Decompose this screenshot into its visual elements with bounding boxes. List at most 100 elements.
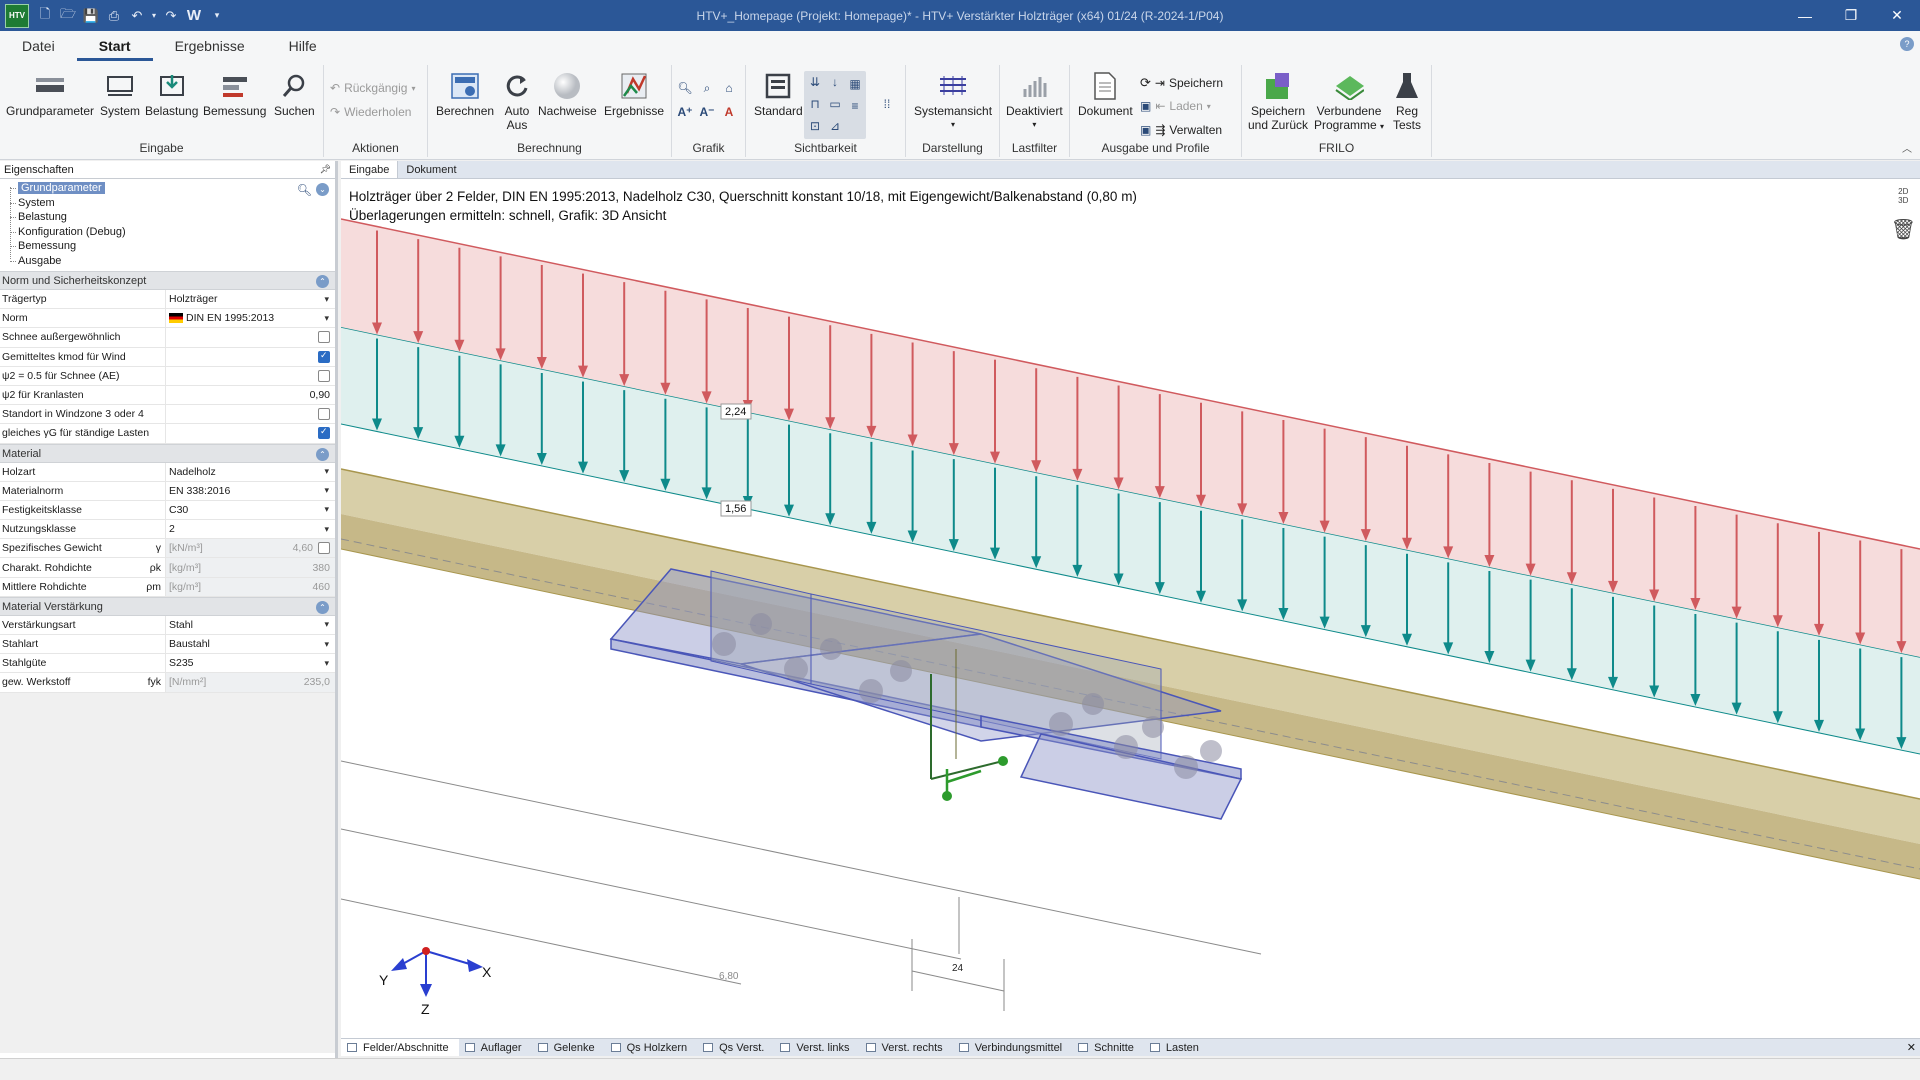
undo-dropdown-icon[interactable]: ▾ (150, 6, 158, 26)
trash-icon[interactable]: 🗑︎ (1891, 217, 1916, 242)
search-icon[interactable]: 🔍︎ (297, 183, 312, 197)
zoom-window-icon[interactable]: ⌕ (698, 79, 716, 97)
zoom-icon[interactable]: 🔍︎ (676, 79, 694, 97)
undo-button[interactable]: ↶ Rückgängig ▾ (330, 81, 415, 95)
tab-lasten[interactable]: Lasten (1144, 1039, 1209, 1056)
tab-start[interactable]: Start (76, 33, 153, 61)
tree-item-system[interactable]: System (8, 196, 335, 211)
section-norm[interactable]: Norm und Sicherheitskonzept ⌃ (0, 271, 335, 290)
verstaerkungsart-select[interactable]: Stahl (166, 616, 335, 634)
pin-icon[interactable]: 📌︎ (320, 164, 331, 175)
section-material[interactable]: Material ⌃ (0, 443, 335, 463)
tab-verst-rechts[interactable]: Verst. rechts (860, 1039, 953, 1056)
belastung-button[interactable]: Belastung (145, 71, 198, 118)
norm-select[interactable]: DIN EN 1995:2013 (166, 309, 335, 327)
stahlguete-select[interactable]: S235 (166, 654, 335, 672)
holzart-select[interactable]: Nadelholz (166, 463, 335, 481)
close-icon[interactable]: ✕ (1907, 1041, 1916, 1054)
tree-item-grundparameter[interactable]: Grundparameter (8, 181, 335, 196)
auto-aus-button[interactable]: Auto Aus (502, 71, 532, 132)
close-button[interactable]: ✕ (1874, 0, 1920, 31)
speichern-profile-button[interactable]: ⟳ ⇥ Speichern (1140, 75, 1223, 91)
sichtbarkeit-options-icon[interactable]: ⁞⁞ (878, 95, 896, 113)
section-verstaerkung[interactable]: Material Verstärkung ⌃ (0, 596, 335, 616)
verwalten-profile-button[interactable]: ▣ ⇶ Verwalten (1140, 123, 1222, 137)
gewicht-checkbox[interactable] (318, 542, 330, 555)
collapse-section-icon[interactable]: ⌃ (316, 275, 329, 288)
tab-eingabe[interactable]: Eingabe (341, 161, 399, 178)
ergebnisse-button[interactable]: Ergebnisse (604, 71, 664, 118)
speichern-zurueck-button[interactable]: Speichern und Zurück (1248, 71, 1308, 132)
system-button[interactable]: System (100, 71, 140, 118)
standard-button[interactable]: Standard (754, 71, 803, 118)
tab-dokument[interactable]: Dokument (398, 161, 464, 178)
tab-verbindungsmittel[interactable]: Verbindungsmittel (953, 1039, 1072, 1056)
tab-hilfe[interactable]: Hilfe (267, 33, 339, 61)
redo-icon[interactable]: ↷ (161, 6, 181, 26)
tree-item-ausgabe[interactable]: Ausgabe (8, 254, 335, 269)
suchen-button[interactable]: Suchen (274, 71, 315, 118)
laden-profile-button[interactable]: ▣ ⇤ Laden ▾ (1140, 99, 1211, 113)
traegertyp-select[interactable]: Holzträger (166, 290, 335, 308)
show-beam-icon[interactable]: ▭ (826, 95, 844, 113)
nachweise-button[interactable]: Nachweise (538, 71, 597, 118)
reg-tests-button[interactable]: Reg Tests (1392, 71, 1422, 132)
font-decrease-icon[interactable]: A⁻ (698, 103, 716, 121)
systemansicht-button[interactable]: Systemansicht ▾ (914, 71, 992, 132)
show-supports-icon[interactable]: ⊓ (806, 95, 824, 113)
schnee-checkbox[interactable] (318, 331, 330, 344)
tree-item-belastung[interactable]: Belastung (8, 210, 335, 225)
psi2-schnee-checkbox[interactable] (318, 369, 330, 382)
help-icon[interactable]: ? (1900, 37, 1914, 51)
materialnorm-select[interactable]: EN 338:2016 (166, 482, 335, 500)
tab-felder[interactable]: Felder/Abschnitte (341, 1039, 459, 1056)
word-export-icon[interactable]: W (184, 6, 204, 26)
nutzung-select[interactable]: 2 (166, 520, 335, 538)
berechnen-button[interactable]: Berechnen (436, 71, 494, 118)
restore-button[interactable]: ❐ (1828, 0, 1874, 31)
bemessung-button[interactable]: Bemessung (203, 71, 266, 118)
show-dims-icon[interactable]: ⊡ (806, 117, 824, 135)
customize-qat-icon[interactable]: ▾ (207, 6, 227, 26)
kmod-checkbox[interactable] (318, 350, 330, 363)
collapse-tree-icon[interactable]: ⌄ (316, 183, 329, 196)
tree-item-bemessung[interactable]: Bemessung (8, 239, 335, 254)
festigkeit-select[interactable]: C30 (166, 501, 335, 519)
collapse-ribbon-icon[interactable]: ︿ (1902, 140, 1912, 155)
gewicht-field[interactable]: [kN/m³] 4,60 (166, 539, 335, 558)
show-table-icon[interactable]: ▦ (846, 75, 864, 93)
font-increase-icon[interactable]: A⁺ (676, 103, 694, 121)
home-icon[interactable]: ⌂ (720, 79, 738, 97)
gamma-g-checkbox[interactable] (318, 426, 330, 440)
tab-schnitte[interactable]: Schnitte (1072, 1039, 1144, 1056)
windzone-checkbox[interactable] (318, 408, 330, 421)
verbundene-programme-button[interactable]: Verbundene Programme ▾ (1314, 71, 1384, 134)
font-color-icon[interactable]: A (720, 103, 738, 121)
new-file-icon[interactable]: 🗋 (35, 6, 55, 26)
tab-ergebnisse[interactable]: Ergebnisse (153, 33, 267, 61)
show-arrows-icon[interactable]: ↓ (826, 73, 844, 91)
collapse-section-icon[interactable]: ⌃ (316, 600, 329, 614)
print-icon[interactable]: ⎙ (104, 6, 124, 26)
save-icon[interactable]: 💾 (81, 6, 101, 26)
dokument-button[interactable]: Dokument (1078, 71, 1133, 118)
deaktiviert-button[interactable]: Deaktiviert ▾ (1006, 71, 1063, 132)
tab-gelenke[interactable]: Gelenke (532, 1039, 605, 1056)
graphic-canvas[interactable]: 6,80 24 2,24 1,56 X Y Z (341, 179, 1920, 1018)
open-folder-icon[interactable]: 🗁 (58, 6, 78, 26)
psi2-kran-field[interactable]: 0,90 (166, 386, 335, 404)
undo-icon[interactable]: ↶ (127, 6, 147, 26)
tab-datei[interactable]: Datei (0, 33, 77, 61)
werkstoff-field[interactable]: [N/mm²] 235,0 (166, 673, 335, 692)
show-loads-icon[interactable]: ⇊ (806, 73, 824, 91)
stahlart-select[interactable]: Baustahl (166, 635, 335, 653)
tab-auflager[interactable]: Auflager (459, 1039, 532, 1056)
tab-qs-holzkern[interactable]: Qs Holzkern (605, 1039, 698, 1056)
redo-button[interactable]: ↷ Wiederholen (330, 105, 411, 119)
toggle-2d-3d-icon[interactable]: 2D 3D (1894, 187, 1912, 205)
collapse-section-icon[interactable]: ⌃ (316, 447, 329, 461)
tree-item-konfiguration[interactable]: Konfiguration (Debug) (8, 225, 335, 240)
show-text-icon[interactable]: ≡ (846, 97, 864, 115)
grundparameter-button[interactable]: Grundparameter (6, 71, 94, 118)
minimize-button[interactable]: — (1782, 0, 1828, 31)
